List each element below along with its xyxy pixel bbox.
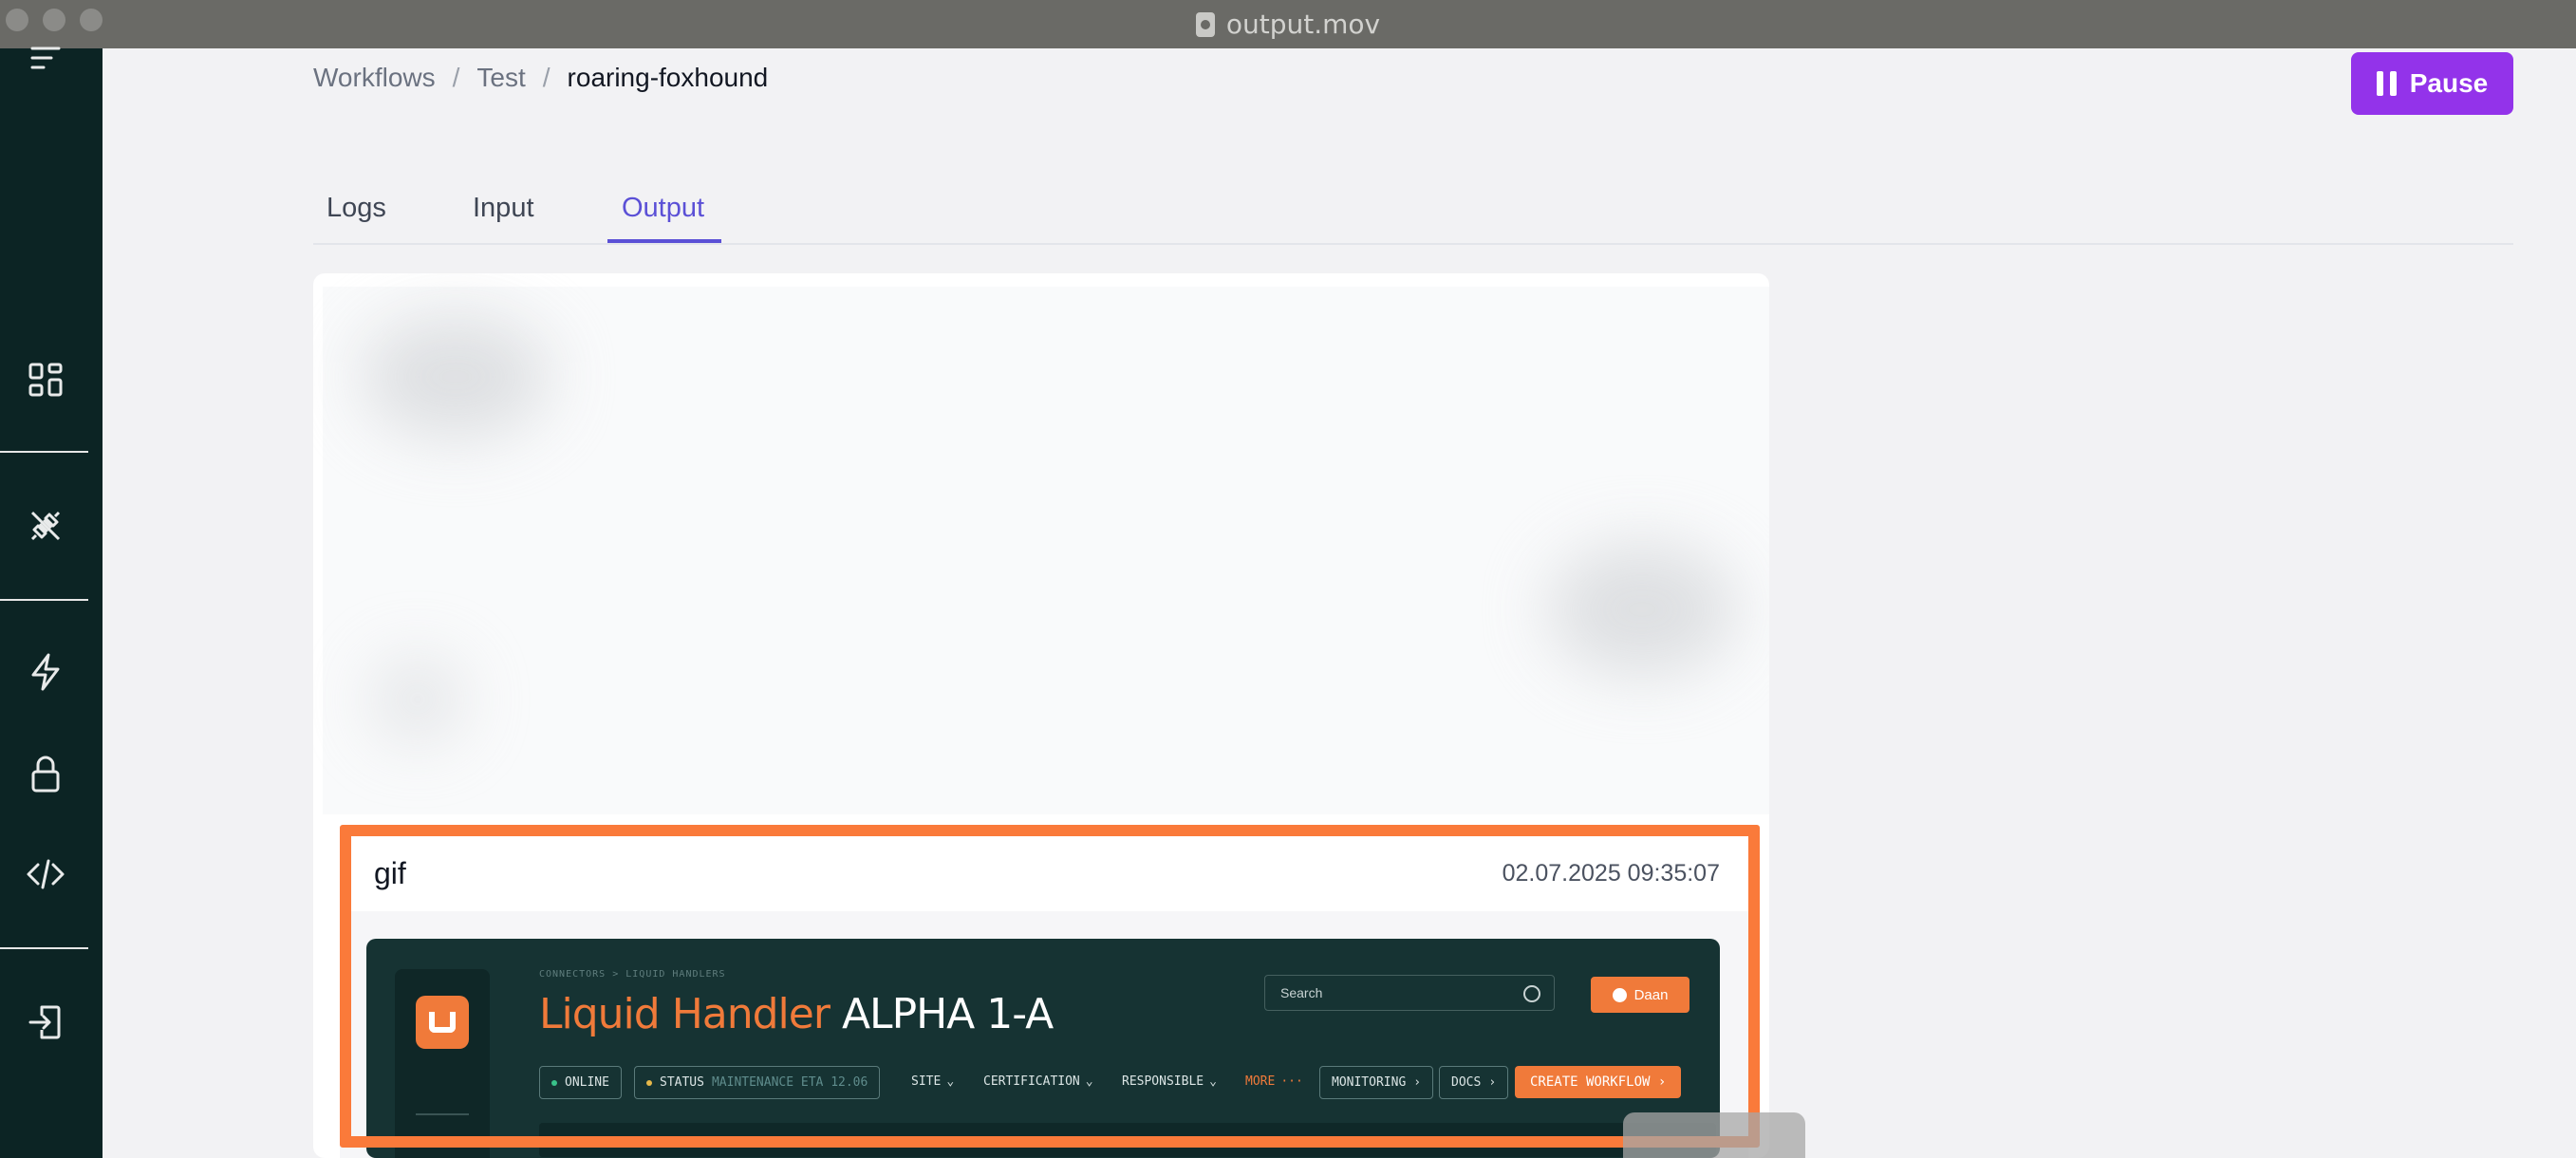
dashboard-icon[interactable] [23,357,68,402]
breadcrumb-separator: / [542,63,551,92]
pause-button[interactable]: Pause [2351,52,2513,115]
breadcrumb-current: roaring-foxhound [567,63,769,92]
tab-output[interactable]: Output [607,180,721,243]
highlight-frame [340,825,1760,1148]
breadcrumb-separator: / [452,63,460,92]
video-controls-overlay[interactable] [1623,1112,1805,1158]
pause-button-label: Pause [2409,68,2489,98]
plug-icon[interactable] [23,503,68,549]
window-title: output.mov [0,0,2576,48]
breadcrumb-link-test[interactable]: Test [476,63,525,93]
sidebar [0,47,103,1158]
window-title-bar: output.mov [0,0,2576,48]
breadcrumb: Workflows / Test / roaring-foxhound [313,63,768,93]
tab-logs[interactable]: Logs [327,180,389,243]
menu-icon[interactable] [23,35,68,81]
code-icon[interactable] [23,851,68,897]
blurred-preview [323,287,1769,814]
lightning-icon[interactable] [23,649,68,695]
tab-bar: Logs Input Output [313,180,2513,245]
video-file-icon [1195,11,1215,37]
tab-input[interactable]: Input [473,180,541,243]
pause-icon [2376,71,2397,96]
sidebar-divider [0,599,88,601]
sidebar-divider [0,451,88,453]
sidebar-divider [0,947,88,949]
window-title-text: output.mov [1225,9,1381,40]
logout-icon[interactable] [23,999,68,1045]
breadcrumb-link-workflows[interactable]: Workflows [313,63,436,93]
lock-icon[interactable] [23,751,68,796]
